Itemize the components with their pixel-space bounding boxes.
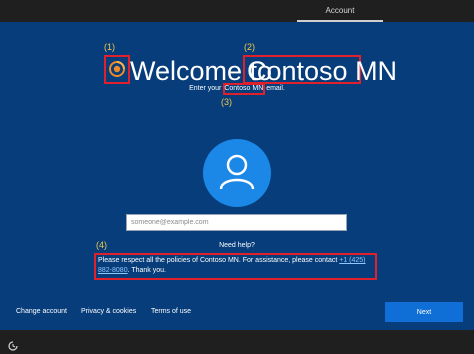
prompt-org-name: Contoso MN (224, 85, 264, 92)
privacy-cookies-link[interactable]: Privacy & cookies (81, 308, 136, 315)
org-logo-icon (109, 61, 125, 77)
brand-name: Contoso MN (247, 56, 398, 86)
prompt-prefix: Enter your (189, 85, 222, 92)
email-input[interactable] (126, 214, 347, 231)
need-help-heading: Need help? (219, 242, 255, 249)
policy-message: Please respect all the policies of Conto… (98, 256, 376, 276)
signin-prompt: Enter your Contoso MN email. (0, 85, 474, 92)
policy-thanks: . Thank you. (127, 267, 166, 274)
user-avatar-icon (219, 154, 255, 190)
annotation-1: (1) (104, 42, 115, 52)
annotation-3: (3) (221, 97, 232, 107)
next-button[interactable]: Next (385, 302, 463, 322)
top-bar: Account (0, 0, 474, 22)
prompt-suffix: email. (266, 85, 285, 92)
bottom-bar (0, 330, 474, 354)
policy-text: Please respect all the policies of Conto… (98, 257, 338, 264)
terms-of-use-link[interactable]: Terms of use (151, 308, 191, 315)
annotation-2: (2) (244, 42, 255, 52)
change-account-link[interactable]: Change account (16, 308, 67, 315)
ease-of-access-icon[interactable] (8, 341, 18, 351)
user-avatar (203, 139, 271, 207)
tab-account[interactable]: Account (297, 0, 383, 22)
